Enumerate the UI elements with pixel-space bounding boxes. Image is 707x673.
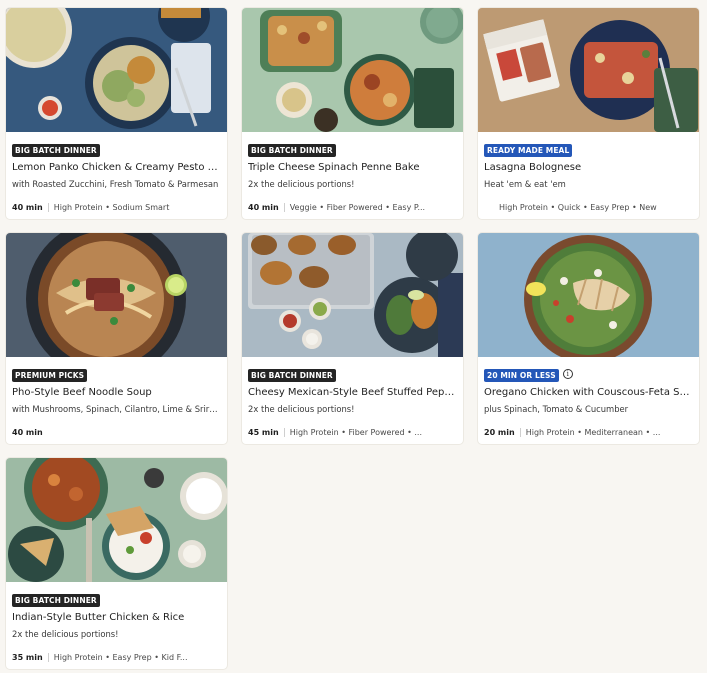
recipe-info: BIG BATCH DINNER Indian-Style Butter Chi…: [6, 582, 227, 669]
recipe-info: BIG BATCH DINNER Lemon Panko Chicken & C…: [6, 132, 227, 219]
recipe-subtitle: Heat 'em & eat 'em: [484, 179, 566, 189]
recipe-subtitle: plus Spinach, Tomato & Cucumber: [484, 404, 629, 414]
recipe-badge: 20 MIN OR LESS: [484, 369, 559, 382]
recipe-time: 40 min: [248, 203, 279, 212]
recipe-photo[interactable]: [478, 8, 699, 132]
recipe-tags: High Protein • Mediterranean • ...: [525, 428, 661, 437]
meta-divider: [47, 653, 49, 662]
recipe-badge: BIG BATCH DINNER: [248, 144, 336, 157]
recipe-photo[interactable]: [6, 8, 227, 132]
recipe-badge: BIG BATCH DINNER: [248, 369, 336, 382]
recipe-title[interactable]: Triple Cheese Spinach Penne Bake: [248, 161, 457, 175]
recipe-subtitle: 2x the delicious portions!: [248, 179, 355, 189]
recipe-time: 45 min: [248, 428, 279, 437]
recipe-subtitle: 2x the delicious portions!: [12, 629, 119, 639]
recipe-meta: 40 min High Protein • Sodium Smart: [12, 202, 221, 214]
recipe-badge: READY MADE MEAL: [484, 144, 573, 157]
recipe-info: READY MADE MEAL Lasagna Bolognese Heat '…: [478, 132, 699, 219]
recipe-card[interactable]: 20 MIN OR LESS i Oregano Chicken with Cou…: [478, 233, 699, 444]
recipe-badge: BIG BATCH DINNER: [12, 594, 100, 607]
recipe-subtitle: with Roasted Zucchini, Fresh Tomato & Pa…: [12, 179, 219, 189]
recipe-photo[interactable]: [242, 233, 463, 357]
recipe-title[interactable]: Oregano Chicken with Couscous-Feta Salad: [484, 386, 693, 400]
recipe-meta: 40 min Veggie • Fiber Powered • Easy P...: [248, 202, 457, 214]
recipe-meta: High Protein • Quick • Easy Prep • New: [484, 202, 693, 214]
recipe-title[interactable]: Indian-Style Butter Chicken & Rice: [12, 611, 221, 625]
meta-divider: [283, 428, 285, 437]
recipe-tags: High Protein • Sodium Smart: [53, 203, 170, 212]
recipe-time: 40 min: [12, 203, 43, 212]
recipe-tags: High Protein • Easy Prep • Kid F...: [53, 653, 188, 662]
recipe-photo[interactable]: [242, 8, 463, 132]
recipe-tags: High Protein • Quick • Easy Prep • New: [499, 203, 657, 212]
recipe-meta: 45 min High Protein • Fiber Powered • ...: [248, 427, 457, 439]
recipe-photo[interactable]: [6, 458, 227, 582]
meta-divider: [47, 203, 49, 212]
recipe-time: 40 min: [12, 428, 43, 437]
recipe-title[interactable]: Lemon Panko Chicken & Creamy Pesto Pasta: [12, 161, 221, 175]
recipe-tags: Veggie • Fiber Powered • Easy P...: [289, 203, 426, 212]
recipe-card[interactable]: BIG BATCH DINNER Cheesy Mexican-Style Be…: [242, 233, 463, 444]
meta-divider: [283, 203, 285, 212]
recipe-subtitle: with Mushrooms, Spinach, Cilantro, Lime …: [12, 404, 221, 414]
recipe-photo[interactable]: [6, 233, 227, 357]
recipe-meta: 20 min High Protein • Mediterranean • ...: [484, 427, 693, 439]
meta-divider: [519, 428, 521, 437]
recipe-info: PREMIUM PICKS Pho-Style Beef Noodle Soup…: [6, 357, 227, 444]
recipe-title[interactable]: Cheesy Mexican-Style Beef Stuffed Pepper…: [248, 386, 457, 400]
info-icon[interactable]: i: [562, 368, 573, 379]
recipe-time: 20 min: [484, 428, 515, 437]
recipe-meta: 35 min High Protein • Easy Prep • Kid F..…: [12, 652, 221, 664]
recipe-info: BIG BATCH DINNER Triple Cheese Spinach P…: [242, 132, 463, 219]
recipe-card[interactable]: BIG BATCH DINNER Indian-Style Butter Chi…: [6, 458, 227, 669]
recipe-meta: 40 min: [12, 427, 221, 439]
recipe-card[interactable]: BIG BATCH DINNER Lemon Panko Chicken & C…: [6, 8, 227, 219]
recipe-title[interactable]: Pho-Style Beef Noodle Soup: [12, 386, 221, 400]
recipe-badge: BIG BATCH DINNER: [12, 144, 100, 157]
recipe-grid: BIG BATCH DINNER Lemon Panko Chicken & C…: [0, 0, 707, 673]
recipe-card[interactable]: PREMIUM PICKS Pho-Style Beef Noodle Soup…: [6, 233, 227, 444]
recipe-time: 35 min: [12, 653, 43, 662]
recipe-photo[interactable]: [478, 233, 699, 357]
recipe-card[interactable]: READY MADE MEAL Lasagna Bolognese Heat '…: [478, 8, 699, 219]
recipe-title[interactable]: Lasagna Bolognese: [484, 161, 693, 175]
recipe-card[interactable]: BIG BATCH DINNER Triple Cheese Spinach P…: [242, 8, 463, 219]
recipe-info: 20 MIN OR LESS i Oregano Chicken with Cou…: [478, 357, 699, 444]
recipe-tags: High Protein • Fiber Powered • ...: [289, 428, 422, 437]
recipe-info: BIG BATCH DINNER Cheesy Mexican-Style Be…: [242, 357, 463, 444]
recipe-subtitle: 2x the delicious portions!: [248, 404, 355, 414]
recipe-badge: PREMIUM PICKS: [12, 369, 88, 382]
